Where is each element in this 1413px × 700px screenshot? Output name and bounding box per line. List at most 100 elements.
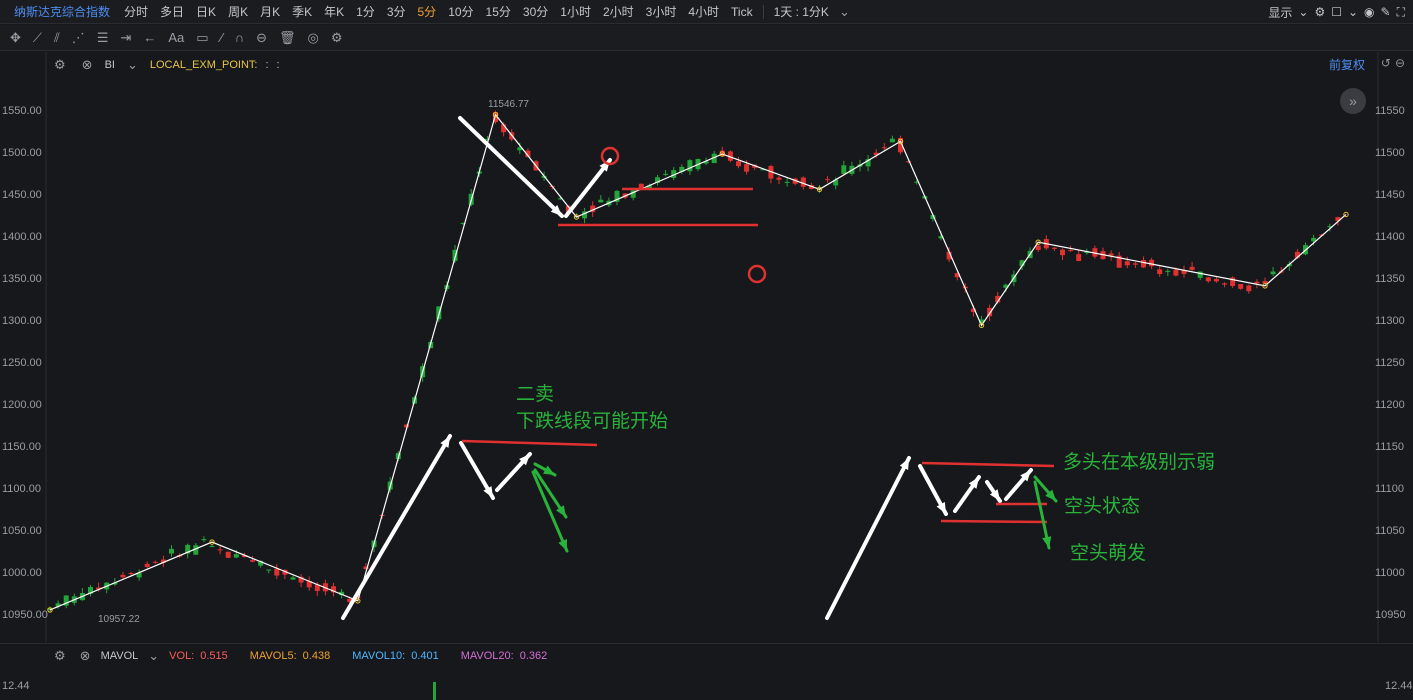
- candle-body: [736, 161, 741, 167]
- camera-icon[interactable]: ◉: [1364, 5, 1374, 19]
- volume-close-icon[interactable]: ⊗: [76, 648, 95, 664]
- red-circle-mark: [747, 264, 767, 284]
- arrow-icon[interactable]: ←: [139, 30, 160, 45]
- timeframe-option[interactable]: 周K: [222, 3, 254, 20]
- volume-header: ⚙ ⊗ MAVOL ⌄ VOL: 0.515 MAVOL5: 0.438 MAV…: [0, 643, 1413, 667]
- chevron-down-icon[interactable]: ⌄: [144, 648, 163, 664]
- candle-body: [144, 563, 150, 567]
- indicator-name[interactable]: BI: [105, 59, 115, 71]
- schema-arrow-up: [825, 456, 911, 620]
- candle-body: [881, 147, 887, 149]
- draw-settings-icon[interactable]: ⚙: [327, 30, 347, 46]
- indicator-close-icon[interactable]: ⊗: [78, 57, 97, 73]
- mavol5-label: MAVOL5:: [249, 649, 297, 662]
- left-price-label: 1100.00: [2, 483, 41, 495]
- timeframe-option[interactable]: 年K: [318, 3, 350, 20]
- timeframe-option[interactable]: 30分: [517, 3, 554, 20]
- schema-red-line: [921, 461, 1055, 468]
- candlestick-chart[interactable]: [0, 52, 1413, 642]
- bear-state-note: 空头状态: [1064, 495, 1141, 517]
- period-select[interactable]: 1天 : 1分K: [768, 3, 835, 20]
- expand-panel-icon[interactable]: »: [1340, 88, 1366, 114]
- candle-body: [776, 177, 782, 180]
- candle-body: [1205, 277, 1211, 282]
- timeframe-option[interactable]: 月K: [254, 3, 286, 20]
- eraser-icon[interactable]: ⁄: [217, 30, 227, 45]
- comment-icon[interactable]: ▭: [192, 30, 212, 46]
- mavol10-label: MAVOL10:: [352, 649, 406, 662]
- candle-body: [1149, 259, 1155, 267]
- timeframe-option[interactable]: 1小时: [554, 3, 597, 20]
- polyline-icon[interactable]: ⋰: [68, 30, 89, 46]
- left-price-axis: 1550.00 1500.00 1450.00 1400.00 1350.00 1300.…: [0, 52, 48, 642]
- candle-body: [1213, 278, 1219, 282]
- pencil-icon[interactable]: ✎: [1381, 5, 1391, 19]
- right-price-label: 11350: [1375, 273, 1405, 285]
- candle-body: [250, 560, 255, 562]
- left-price-label: 1200.00: [2, 399, 42, 411]
- right-price-label: 11300: [1375, 315, 1405, 327]
- chevron-down-icon[interactable]: ⌄: [835, 4, 854, 20]
- fib-icon[interactable]: ☰: [93, 30, 113, 46]
- mavol5-value: 0.438: [302, 649, 331, 662]
- visibility-icon[interactable]: ◎: [304, 30, 323, 46]
- indicator-settings-icon[interactable]: ⚙: [50, 57, 70, 73]
- chevron-down-icon[interactable]: ⌄: [1348, 5, 1358, 19]
- candle-body: [1035, 245, 1041, 250]
- left-price-label: 1550.00: [2, 105, 42, 117]
- fullscreen-icon[interactable]: ⛶: [1397, 5, 1405, 20]
- timeframe-option[interactable]: 分时: [118, 3, 154, 20]
- toolbar-divider: [762, 4, 764, 19]
- trendline-icon[interactable]: ⟋: [29, 30, 46, 46]
- trash-icon[interactable]: 🗑: [275, 30, 300, 46]
- symbol-name[interactable]: 纳斯达克综合指数: [0, 3, 118, 20]
- timeframe-option[interactable]: 3小时: [640, 3, 683, 20]
- timeframe-option[interactable]: Tick: [725, 5, 759, 19]
- display-button[interactable]: 显示: [1268, 4, 1292, 21]
- candle-body: [1157, 269, 1163, 275]
- right-price-axis: 11550 11500 11450 11400 11350 11300 11250 11200…: [1367, 52, 1413, 642]
- volume-name[interactable]: MAVOL: [101, 650, 139, 662]
- layout-square-icon[interactable]: ☐: [1331, 5, 1342, 19]
- candle-body: [1051, 247, 1057, 249]
- lock-icon[interactable]: ⊖: [252, 30, 271, 46]
- timeframe-option[interactable]: 日K: [190, 3, 222, 20]
- restore-adjust-button[interactable]: 前复权: [1329, 56, 1365, 73]
- timeframe-option[interactable]: 3分: [381, 3, 412, 20]
- candle-body: [987, 307, 993, 317]
- chevron-down-icon[interactable]: ⌄: [123, 57, 142, 73]
- timeframe-option[interactable]: 2小时: [597, 3, 640, 20]
- timeframe-option[interactable]: 多日: [154, 3, 190, 20]
- timeframe-option[interactable]: 5分: [412, 3, 443, 20]
- volume-settings-icon[interactable]: ⚙: [50, 648, 70, 664]
- timeframe-option[interactable]: 10分: [442, 3, 479, 20]
- candle-body: [169, 548, 174, 554]
- channel-icon[interactable]: ⫽: [50, 30, 64, 46]
- vol-value: 0.515: [200, 649, 228, 662]
- right-price-label: 11100: [1375, 483, 1404, 495]
- candle-body: [152, 561, 158, 563]
- left-price-label: 1400.00: [2, 231, 42, 243]
- candle-body: [225, 551, 231, 558]
- move-crosshair-icon[interactable]: ✥: [6, 30, 25, 46]
- bear-sprout-note: 空头萌发: [1070, 542, 1147, 564]
- left-price-label: 1450.00: [2, 189, 42, 201]
- bi-stroke-lines: [47, 112, 1349, 613]
- candle-body: [1165, 270, 1171, 272]
- schema-red-line: [940, 519, 1048, 524]
- text-icon[interactable]: Aa: [164, 30, 188, 45]
- chevron-down-icon[interactable]: ⌄: [1298, 5, 1308, 19]
- timeframe-option[interactable]: 季K: [286, 3, 318, 20]
- left-price-label: 1300.00: [2, 315, 42, 327]
- candle-body: [889, 138, 895, 143]
- mavol20-value: 0.362: [519, 649, 548, 662]
- timeframe-option[interactable]: 4小时: [682, 3, 725, 20]
- right-price-label: 11250: [1375, 357, 1405, 369]
- settings-gear-icon[interactable]: ⚙: [1314, 5, 1325, 19]
- timeframe-option[interactable]: 1分: [350, 3, 381, 20]
- timeframe-option[interactable]: 15分: [480, 3, 517, 20]
- magnet-icon[interactable]: ∩: [231, 30, 248, 45]
- left-price-label: 10950.00: [2, 609, 48, 621]
- measure-icon[interactable]: ⇥: [116, 30, 135, 46]
- timeframe-toolbar: 纳斯达克综合指数 分时 多日 日K 周K 月K 季K 年K 1分 3分 5分 10分 15分 30分 1小…: [0, 0, 1413, 24]
